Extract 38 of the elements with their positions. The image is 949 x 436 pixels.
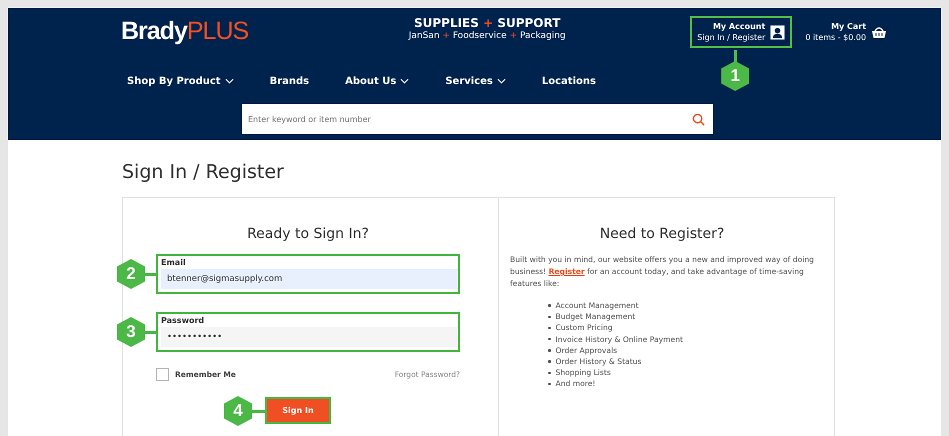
callout-badge: 2 xyxy=(117,259,145,289)
user-icon xyxy=(770,24,786,40)
bullet-icon xyxy=(548,326,550,330)
bullet-icon xyxy=(548,304,550,307)
page-title: Sign In / Register xyxy=(122,161,285,183)
cart-button[interactable]: My Cart 0 items - $0.00 xyxy=(798,16,894,48)
brand-logo[interactable]: BradyPLUS xyxy=(121,17,248,46)
nav-menu-item[interactable]: Shop By Product xyxy=(127,76,234,86)
bullet-icon xyxy=(548,338,550,340)
nav-menu-item[interactable]: About Us xyxy=(345,76,410,86)
chevron-down-icon xyxy=(224,78,234,84)
checkbox[interactable] xyxy=(156,368,169,381)
sign-in-button[interactable]: Sign In xyxy=(265,397,331,424)
email-field[interactable]: btenner@sigmasupply.com xyxy=(161,269,458,289)
nav-menu-item[interactable]: Brands xyxy=(270,76,310,86)
callout-badge: 3 xyxy=(117,317,145,347)
account-button[interactable]: My Account Sign In / Register xyxy=(690,16,792,48)
section-heading: Need to Register? xyxy=(598,226,726,242)
chevron-down-icon xyxy=(496,78,506,84)
tagline-title: SUPPLIES + SUPPORT xyxy=(412,16,562,30)
callout-badge: 1 xyxy=(721,61,750,91)
field-label: Email xyxy=(161,258,187,267)
basket-icon xyxy=(871,25,888,39)
nav-menu-item[interactable]: Locations xyxy=(542,76,596,86)
bullet-icon xyxy=(548,316,550,318)
chevron-down-icon xyxy=(400,78,410,84)
callout-badge: 4 xyxy=(224,396,252,426)
bullet-icon xyxy=(548,349,550,352)
bullet-icon xyxy=(548,372,550,374)
bullet-icon xyxy=(548,382,550,386)
field-label: Password xyxy=(161,316,206,325)
section-heading: Ready to Sign In? xyxy=(246,226,370,242)
password-field[interactable]: ••••••••••• xyxy=(161,327,458,347)
tagline-subtitle: JanSan + Foodservice + Packaging xyxy=(407,31,567,41)
bullet-icon xyxy=(548,360,550,363)
nav-menu-item[interactable]: Services xyxy=(445,76,506,86)
search-field[interactable]: Enter keyword or item number xyxy=(242,104,713,134)
search-icon xyxy=(692,113,705,126)
